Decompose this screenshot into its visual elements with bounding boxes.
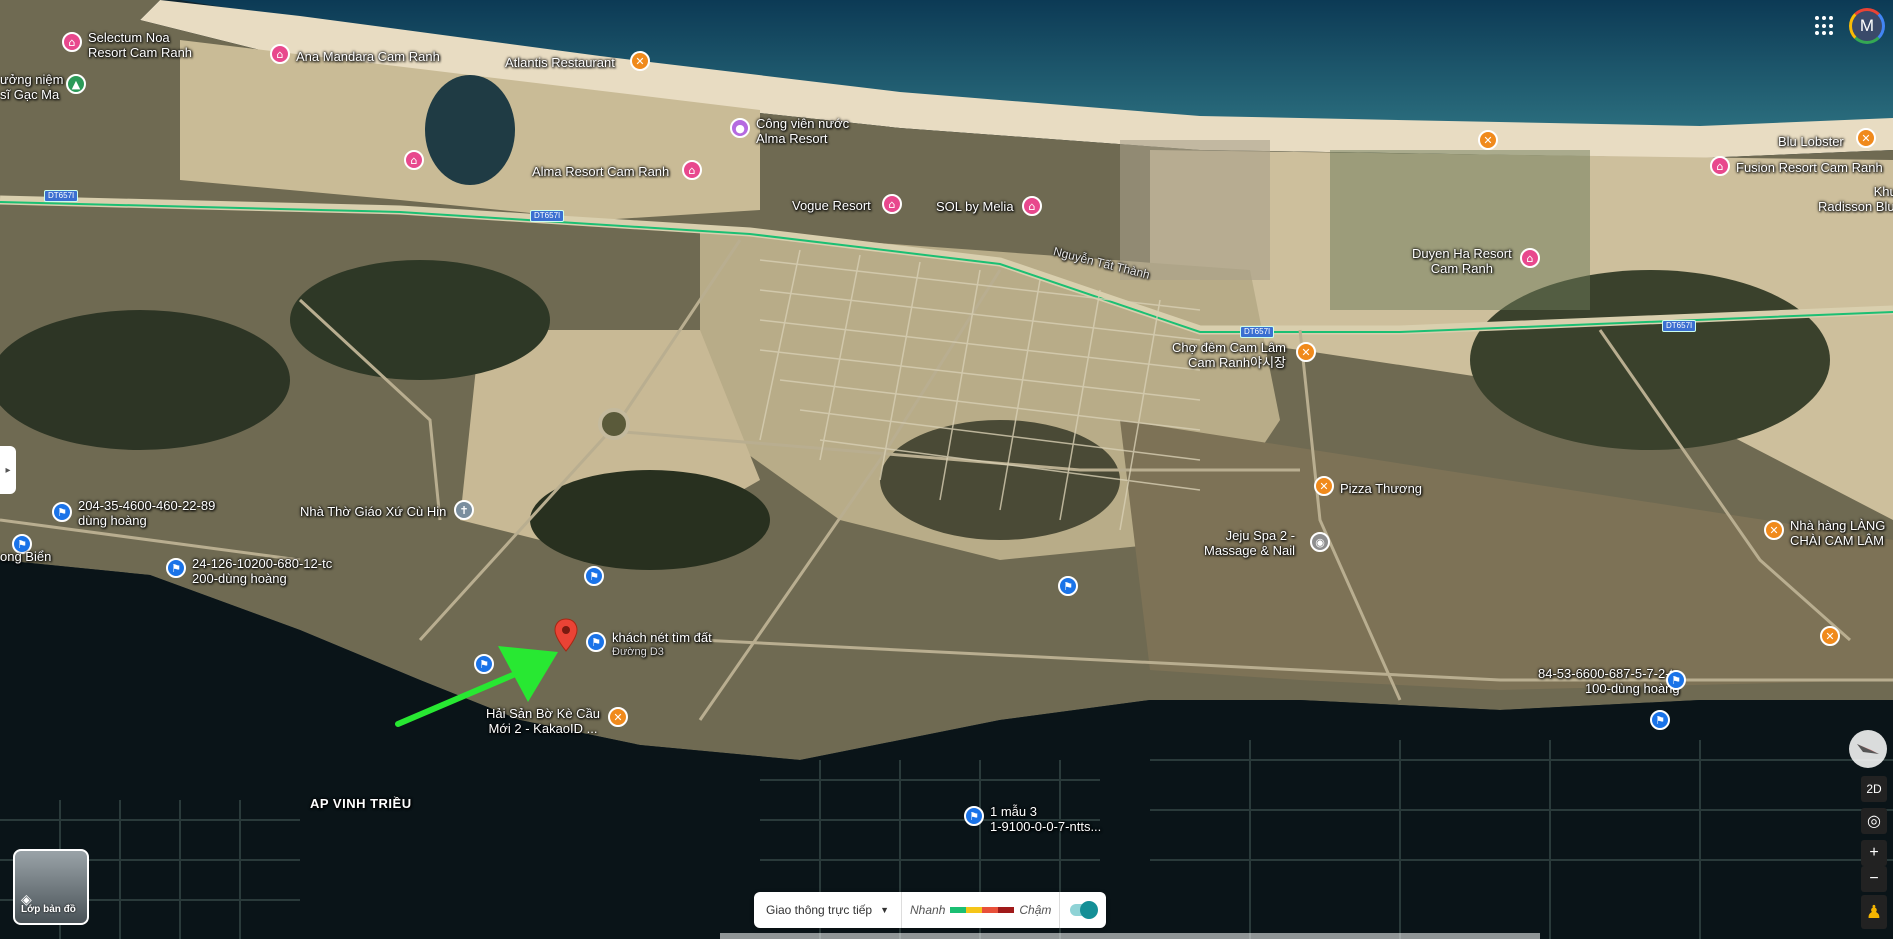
hotel-icon[interactable]: ⌂ bbox=[270, 44, 290, 64]
flag-icon[interactable]: ⚑ bbox=[1666, 670, 1686, 690]
poi-label-ong-bien[interactable]: ong Biển bbox=[0, 549, 51, 564]
road-shield: DT657I bbox=[1240, 326, 1275, 338]
poi-label-radisson[interactable]: Khu n Radisson Blu C bbox=[1818, 184, 1893, 214]
traffic-toggle[interactable] bbox=[1060, 901, 1106, 919]
traffic-legend: Nhanh Chậm bbox=[902, 892, 1061, 928]
flag-icon[interactable]: ⚑ bbox=[52, 502, 72, 522]
poi-label-cho-dem[interactable]: Chợ đêm Cam Lâm Cam Ranh야시장 bbox=[1172, 340, 1286, 370]
poi-label-flag-204[interactable]: 204-35-4600-460-22-89 dùng hoàng bbox=[78, 498, 215, 528]
poi-label-vogue[interactable]: Vogue Resort bbox=[792, 198, 871, 213]
poi-label-hai-san[interactable]: Hải Sản Bờ Kè Cầu Mới 2 - KakaoID ... bbox=[486, 706, 600, 736]
layers-label: Lớp bản đồ bbox=[21, 904, 76, 915]
hotel-icon[interactable]: ⌂ bbox=[1520, 248, 1540, 268]
account-avatar[interactable]: M bbox=[1849, 8, 1885, 44]
poi-label-flag-1mau[interactable]: 1 mẫu 3 1-9100-0-0-7-ntts... bbox=[990, 804, 1101, 834]
restaurant-icon[interactable]: ✕ bbox=[1856, 128, 1876, 148]
poi-label-memorial[interactable]: ưởng niệm sĩ Gạc Ma bbox=[0, 72, 63, 102]
hotel-icon[interactable]: ⌂ bbox=[1710, 156, 1730, 176]
layers-button[interactable]: ◈ Lớp bản đồ bbox=[13, 849, 89, 925]
poi-label-sol[interactable]: SOL by Melia bbox=[936, 199, 1014, 214]
restaurant-icon[interactable]: ✕ bbox=[1478, 130, 1498, 150]
poi-label-flag-84[interactable]: 84-53-6600-687-5-7-2-tc 100-dùng hoàng bbox=[1538, 666, 1680, 696]
flag-icon[interactable]: ⚑ bbox=[586, 632, 606, 652]
restaurant-icon[interactable]: ✕ bbox=[630, 51, 650, 71]
poi-label-cong-vien-nuoc[interactable]: Công viên nước Alma Resort bbox=[756, 116, 849, 146]
poi-label-atlantis[interactable]: Atlantis Restaurant bbox=[505, 55, 615, 70]
traffic-panel: Giao thông trực tiếp ▼ Nhanh Chậm bbox=[754, 892, 1107, 928]
restaurant-icon[interactable]: ✕ bbox=[1764, 520, 1784, 540]
flag-icon[interactable]: ⚑ bbox=[584, 566, 604, 586]
area-label-ap-vinh-trieu: AP VINH TRIỀU bbox=[310, 796, 412, 811]
zoom-in-button[interactable]: + bbox=[1861, 840, 1887, 866]
apps-grid-icon[interactable] bbox=[1815, 16, 1835, 36]
spa-icon[interactable]: ◉ bbox=[1310, 532, 1330, 552]
flag-icon[interactable]: ⚑ bbox=[166, 558, 186, 578]
location-pin-icon[interactable] bbox=[553, 618, 579, 652]
traffic-select[interactable]: Giao thông trực tiếp ▼ bbox=[754, 892, 903, 928]
flag-icon[interactable]: ⚑ bbox=[1058, 576, 1078, 596]
poi-label-nha-hang-lang[interactable]: Nhà hàng LÀNG CHÀI CAM LÂM bbox=[1790, 518, 1885, 548]
poi-label-jeju[interactable]: Jeju Spa 2 - Massage & Nail bbox=[1204, 528, 1295, 558]
road-shield: DT657I bbox=[530, 210, 565, 222]
my-location-icon[interactable]: ◎ bbox=[1861, 808, 1887, 834]
poi-label-alma-resort[interactable]: Alma Resort Cam Ranh bbox=[532, 164, 669, 179]
hotel-icon[interactable]: ⌂ bbox=[62, 32, 82, 52]
map-canvas[interactable]: DT657I DT657I DT657I DT657I ⌂ Selectum N… bbox=[0, 0, 1893, 939]
traffic-select-label: Giao thông trực tiếp bbox=[766, 903, 873, 917]
poi-label-nha-tho[interactable]: Nhà Thờ Giáo Xứ Cù Hin bbox=[300, 504, 446, 519]
restaurant-icon[interactable]: ✕ bbox=[608, 707, 628, 727]
restaurant-icon[interactable]: ✕ bbox=[1820, 626, 1840, 646]
attribution-bar bbox=[720, 933, 1540, 939]
flag-icon[interactable]: ⚑ bbox=[474, 654, 494, 674]
poi-label-pizza[interactable]: Pizza Thương bbox=[1340, 481, 1422, 496]
flag-icon[interactable]: ⚑ bbox=[964, 806, 984, 826]
expand-panel-button[interactable]: ▸ bbox=[0, 446, 16, 494]
traffic-color-bar bbox=[950, 907, 1015, 913]
hotel-icon[interactable]: ⌂ bbox=[682, 160, 702, 180]
road-label-duong-d3: Đường D3 bbox=[612, 646, 664, 658]
poi-label-flag-24[interactable]: 24-126-10200-680-12-tc 200-dùng hoàng bbox=[192, 556, 332, 586]
avatar-letter: M bbox=[1859, 16, 1875, 35]
zoom-out-button[interactable]: − bbox=[1861, 866, 1887, 892]
restaurant-icon[interactable]: ✕ bbox=[1314, 476, 1334, 496]
road-shield: DT657I bbox=[1662, 320, 1697, 332]
mode-2d-button[interactable]: 2D bbox=[1861, 776, 1887, 802]
poi-label-fusion[interactable]: Fusion Resort Cam Ranh bbox=[1736, 160, 1883, 175]
chevron-down-icon: ▼ bbox=[880, 905, 890, 915]
restaurant-icon[interactable]: ✕ bbox=[1296, 342, 1316, 362]
church-icon[interactable]: ✝ bbox=[454, 500, 474, 520]
memorial-icon[interactable]: ▲ bbox=[66, 74, 86, 94]
flag-icon[interactable]: ⚑ bbox=[1650, 710, 1670, 730]
poi-label-ana-mandara[interactable]: Ana Mandara Cam Ranh bbox=[296, 49, 440, 64]
poi-label-duyen-ha[interactable]: Duyen Ha Resort Cam Ranh bbox=[1412, 246, 1512, 276]
traffic-slow-label: Chậm bbox=[1019, 903, 1052, 917]
road-shield: DT657I bbox=[44, 190, 79, 202]
satellite-imagery bbox=[0, 0, 1893, 939]
hotel-icon[interactable]: ⌂ bbox=[882, 194, 902, 214]
hotel-icon[interactable]: ⌂ bbox=[1022, 196, 1042, 216]
poi-label-khach-net[interactable]: khách nét tìm đất bbox=[612, 630, 712, 645]
pegman-icon[interactable]: ♟ bbox=[1861, 895, 1887, 929]
hotel-icon[interactable]: ⌂ bbox=[404, 150, 424, 170]
poi-label-selectum[interactable]: Selectum Noa Resort Cam Ranh bbox=[88, 30, 192, 60]
traffic-fast-label: Nhanh bbox=[910, 903, 946, 917]
compass-icon[interactable] bbox=[1849, 730, 1887, 768]
poi-label-blu-lobster[interactable]: Blu Lobster bbox=[1778, 134, 1844, 149]
waterpark-icon[interactable]: ● bbox=[730, 118, 750, 138]
